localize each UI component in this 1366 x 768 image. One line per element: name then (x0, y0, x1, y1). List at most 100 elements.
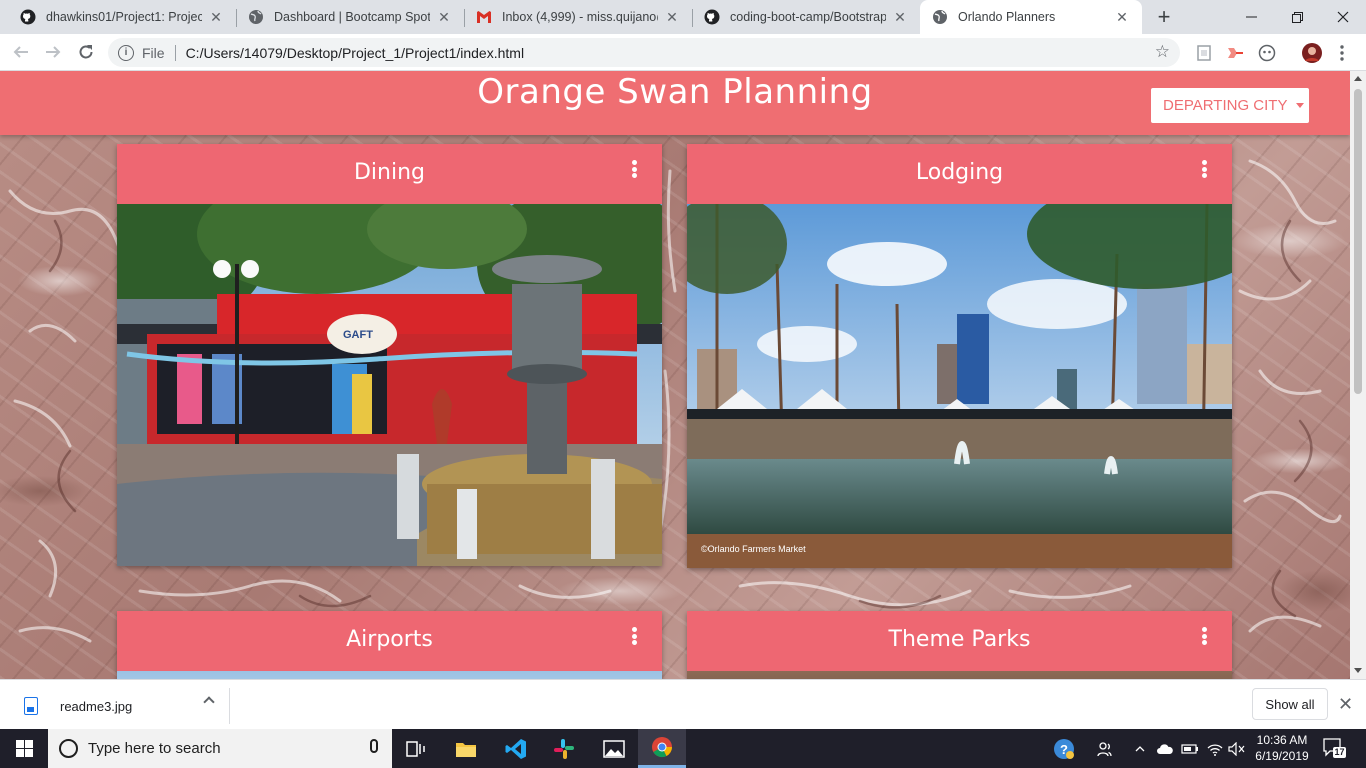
airports-photo (117, 671, 662, 679)
notification-count: 17 (1334, 747, 1345, 757)
vscode-icon (505, 738, 526, 759)
address-bar[interactable]: i File C:/Users/14079/Desktop/Project_1/… (108, 38, 1180, 67)
image-file-icon (24, 697, 38, 715)
reload-icon (79, 45, 93, 59)
system-clock[interactable]: 10:36 AM 6/19/2019 (1252, 732, 1312, 764)
browser-menu-button[interactable] (1332, 43, 1352, 63)
tab-title: dhawkins01/Project1: Project 1 (46, 10, 202, 24)
close-tab-icon[interactable]: ✕ (436, 9, 452, 25)
tab-gmail-inbox[interactable]: Inbox (4,999) - miss.quijano@g ✕ (464, 0, 692, 34)
back-arrow-icon (13, 46, 28, 58)
tab-title: coding-boot-camp/Bootstrap- (730, 10, 886, 24)
page-scrollbar[interactable] (1350, 71, 1366, 679)
reload-button[interactable] (73, 39, 99, 65)
new-tab-button[interactable]: + (1152, 5, 1176, 29)
site-header: Orange Swan Planning DEPARTING CITY (0, 71, 1350, 135)
help-icon[interactable]: ? (1052, 729, 1076, 768)
microphone-icon[interactable] (370, 739, 378, 753)
file-explorer-app[interactable] (442, 729, 490, 768)
close-tab-icon[interactable]: ✕ (664, 9, 680, 25)
lodging-card: Lodging ©Orlando Farmers Market (687, 144, 1232, 568)
card-title: Airports (346, 627, 433, 652)
theme-parks-photo (687, 671, 1232, 679)
scrollbar-thumb[interactable] (1354, 89, 1362, 394)
vscode-app[interactable] (492, 729, 540, 768)
card-title: Dining (353, 160, 426, 185)
onedrive-icon[interactable] (1155, 729, 1175, 768)
download-filename: readme3.jpg (60, 698, 133, 714)
task-view-button[interactable] (392, 729, 440, 768)
close-tab-icon[interactable]: ✕ (1114, 9, 1130, 25)
card-menu-button[interactable] (1200, 627, 1208, 645)
tab-title: Orlando Planners (958, 10, 1056, 24)
dropdown-label: DEPARTING CITY (1163, 97, 1288, 114)
windows-logo-icon (15, 740, 33, 757)
kebab-menu-icon (1340, 45, 1344, 61)
download-shelf: readme3.jpg Show all ✕ (0, 679, 1366, 729)
scroll-down-arrow-icon[interactable] (1354, 668, 1362, 673)
people-icon[interactable] (1094, 729, 1116, 768)
chevron-up-icon[interactable] (1132, 729, 1148, 768)
folder-icon (456, 742, 476, 757)
theme-parks-card: Theme Parks (687, 611, 1232, 679)
card-title: Lodging (915, 160, 1004, 185)
minimize-button[interactable] (1228, 0, 1274, 34)
slack-app[interactable] (540, 729, 588, 768)
search-placeholder: Type here to search (88, 740, 221, 757)
action-center-button[interactable]: 17 (1322, 737, 1346, 759)
card-title: Theme Parks (888, 627, 1031, 652)
tab-orlando-planners[interactable]: Orlando Planners ✕ (920, 0, 1142, 34)
close-tab-icon[interactable]: ✕ (892, 9, 908, 25)
battery-icon[interactable] (1180, 729, 1200, 768)
volume-muted-icon[interactable] (1227, 729, 1247, 768)
restore-icon (1291, 11, 1303, 23)
card-header: Lodging (687, 144, 1232, 204)
globe-icon (248, 9, 264, 25)
wifi-icon[interactable] (1205, 729, 1225, 768)
github-icon (20, 9, 36, 25)
back-button[interactable] (8, 39, 34, 65)
tab-strip: dhawkins01/Project1: Project 1 ✕ Dashboa… (0, 0, 1366, 34)
tab-bootstrap-repo[interactable]: coding-boot-camp/Bootstrap- ✕ (692, 0, 920, 34)
extension-page-icon[interactable] (1194, 43, 1214, 63)
card-header: Dining (117, 144, 662, 204)
profile-avatar[interactable] (1302, 43, 1322, 63)
scheme-label: File (142, 44, 165, 61)
lodging-photo: ©Orlando Farmers Market (687, 204, 1232, 568)
extension-arrow-icon[interactable] (1225, 43, 1245, 63)
start-button[interactable] (0, 729, 48, 768)
info-icon[interactable]: i (118, 44, 134, 61)
clock-date: 6/19/2019 (1255, 749, 1309, 763)
taskbar-search[interactable]: Type here to search (48, 729, 392, 768)
show-all-button[interactable]: Show all (1252, 688, 1328, 720)
chrome-app[interactable] (638, 729, 686, 768)
close-window-button[interactable] (1320, 0, 1366, 34)
page-title: Orange Swan Planning (477, 72, 873, 112)
card-header: Theme Parks (687, 611, 1232, 671)
tab-project1[interactable]: dhawkins01/Project1: Project 1 ✕ (8, 0, 236, 34)
tab-bootcamp-spot[interactable]: Dashboard | Bootcamp Spot ✕ (236, 0, 464, 34)
page-viewport: Orange Swan Planning DEPARTING CITY Dini… (0, 71, 1350, 679)
card-menu-button[interactable] (1200, 160, 1208, 178)
close-shelf-icon[interactable]: ✕ (1338, 694, 1353, 715)
chevron-up-icon[interactable] (203, 696, 215, 708)
dining-photo: GAFT (117, 204, 662, 566)
download-item[interactable]: readme3.jpg (12, 688, 230, 724)
gmail-icon (476, 9, 492, 25)
svg-text:GAFT: GAFT (343, 329, 373, 341)
url-text[interactable]: C:/Users/14079/Desktop/Project_1/Project… (186, 45, 525, 61)
forward-button[interactable] (40, 39, 66, 65)
minimize-icon (1245, 16, 1257, 18)
photos-icon (603, 739, 625, 758)
extension-circle-icon[interactable] (1257, 43, 1277, 63)
bookmark-star-icon[interactable]: ☆ (1155, 42, 1170, 62)
slack-icon (554, 738, 574, 759)
photos-app[interactable] (590, 729, 638, 768)
scroll-up-arrow-icon[interactable] (1354, 76, 1362, 81)
departing-city-dropdown[interactable]: DEPARTING CITY (1151, 88, 1309, 123)
tab-title: Inbox (4,999) - miss.quijano@g (502, 10, 658, 24)
restore-button[interactable] (1274, 0, 1320, 34)
close-tab-icon[interactable]: ✕ (208, 9, 224, 25)
card-menu-button[interactable] (630, 160, 638, 178)
card-menu-button[interactable] (630, 627, 638, 645)
